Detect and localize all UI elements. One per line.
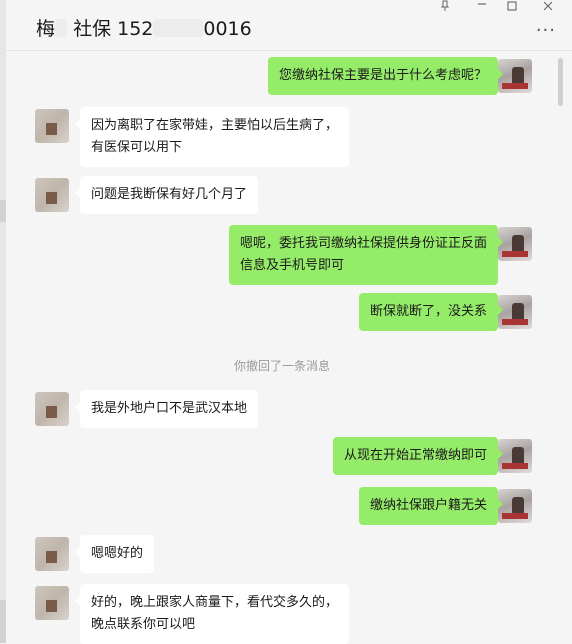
contact-avatar[interactable] [35,537,69,571]
avatar-image [46,406,57,418]
avatar-image [502,463,528,469]
received-message-bubble[interactable]: 好的，晚上跟家人商量下，看代交多久的， 晚点联系你可以吧 [74,584,350,644]
system-notice-text: 你撤回了一条消息 [233,359,330,373]
scrollbar[interactable] [558,58,563,106]
my-avatar[interactable] [498,227,532,261]
blurred-region [153,19,204,37]
avatar-image [502,251,528,257]
avatar-image [46,600,57,612]
chat-title: 梅 社保 152 0016 [36,14,252,41]
received-message-bubble[interactable]: 我是外地户口不是武汉本地 [74,390,259,428]
title-suffix: 0016 [203,18,252,40]
received-message-bubble[interactable]: 因为离职了在家带娃，主要怕以后生病了， 有医保可以用下 [74,107,350,167]
close-icon[interactable] [542,0,554,15]
message-list[interactable]: 您缴纳社保主要是出于什么考虑呢？ 因为离职了在家带娃，主要怕以后生病了， 有医保可… [6,51,558,644]
received-message-bubble[interactable]: 嗯嗯好的 [74,535,155,573]
my-avatar[interactable] [498,439,532,473]
blurred-region [55,19,68,37]
minimize-icon[interactable] [476,0,488,13]
my-avatar[interactable] [498,489,532,523]
title-mid: 社保 152 [73,18,154,40]
sent-message-bubble[interactable]: 从现在开始正常缴纳即可 [332,437,504,475]
received-message-bubble[interactable]: 问题是我断保有好几个月了 [74,176,259,214]
sent-message-bubble[interactable]: 断保就断了，没关系 [358,293,504,331]
avatar-image [46,123,57,135]
my-avatar[interactable] [498,295,532,329]
my-avatar[interactable] [498,59,532,93]
contact-avatar[interactable] [35,392,69,426]
pin-icon[interactable] [439,0,451,15]
chat-header: 梅 社保 152 0016 ··· [6,0,572,51]
sent-message-bubble[interactable]: 缴纳社保跟户籍无关 [358,487,504,525]
maximize-icon[interactable] [506,0,518,15]
avatar-image [502,319,528,325]
avatar-image [46,551,57,563]
contact-avatar[interactable] [35,178,69,212]
avatar-image [502,513,528,519]
more-icon[interactable]: ··· [536,20,556,41]
sent-message-bubble[interactable]: 嗯呢，委托我司缴纳社保提供身份证正反面 信息及手机号即可 [228,225,504,285]
contact-avatar[interactable] [35,586,69,620]
avatar-image [502,83,528,89]
sent-message-bubble[interactable]: 您缴纳社保主要是出于什么考虑呢？ [267,57,504,95]
title-prefix: 梅 [36,18,56,40]
contact-avatar[interactable] [35,109,69,143]
avatar-image [46,192,57,204]
